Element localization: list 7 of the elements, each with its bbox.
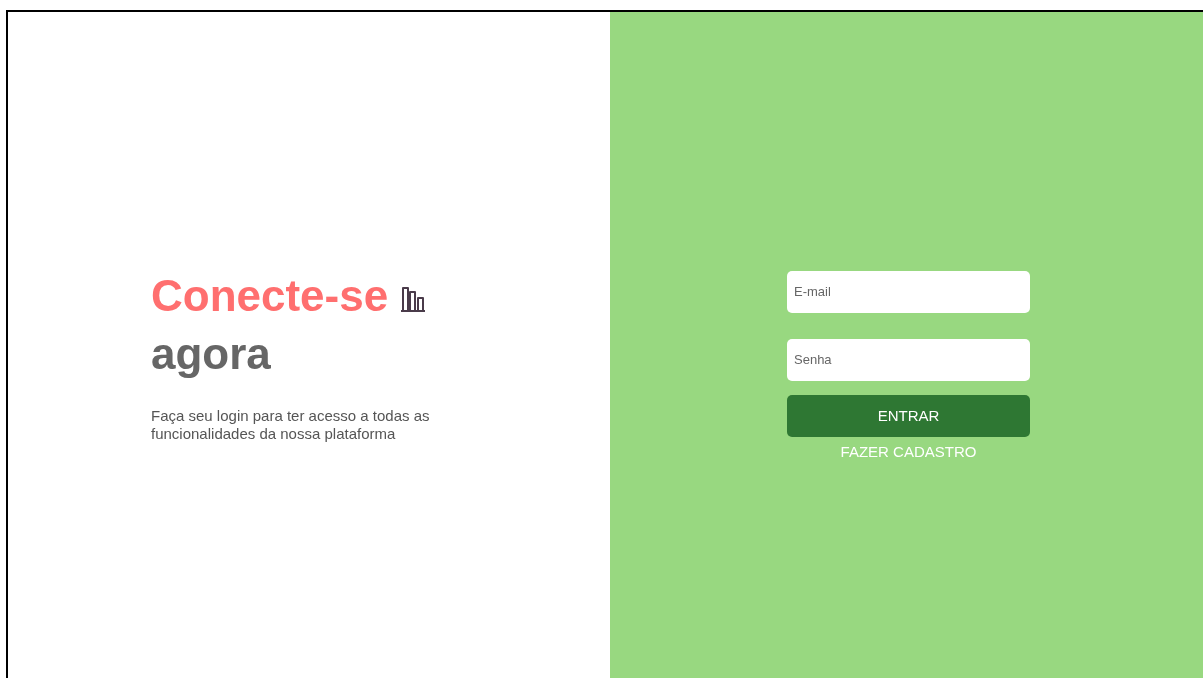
page-subtitle: agora bbox=[151, 328, 272, 380]
description-text: Faça seu login para ter acesso a todas as funcionalidades da nossa plataforma bbox=[151, 407, 431, 443]
password-field[interactable]: Senha bbox=[787, 338, 1030, 381]
login-button[interactable]: ENTRAR bbox=[787, 394, 1030, 437]
bar-chart-icon bbox=[400, 286, 427, 312]
email-field[interactable]: E-mail bbox=[787, 270, 1030, 313]
page-title: Conecte-se bbox=[151, 270, 389, 322]
